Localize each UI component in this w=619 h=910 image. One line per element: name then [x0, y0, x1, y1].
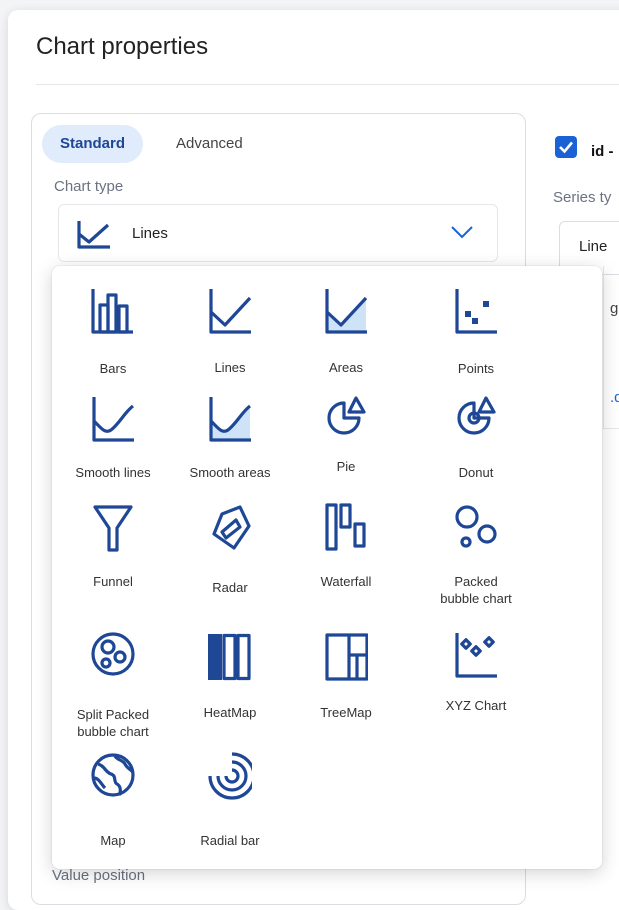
radar-icon	[212, 505, 251, 550]
chart-type-label: HeatMap	[203, 705, 257, 720]
right-panel-border	[603, 266, 604, 428]
chart-type-selected-value: Lines	[132, 225, 168, 242]
xyz-chart-icon	[455, 633, 497, 678]
title-divider	[36, 84, 619, 85]
chart-type-label: Split Packed bubble chart	[76, 707, 150, 739]
right-panel-link-fragment[interactable]: .dc	[610, 389, 619, 406]
dialog-title: Chart properties	[36, 33, 209, 60]
checkmark-icon	[559, 141, 573, 154]
chart-type-label: Pie	[336, 459, 356, 474]
areas-icon	[325, 289, 368, 334]
lines-icon	[209, 289, 252, 334]
series-type-value: Line	[579, 238, 608, 255]
chart-type-label: Map	[100, 833, 126, 848]
smooth-areas-icon	[209, 397, 252, 442]
chart-type-label: Donut	[458, 465, 494, 480]
lines-icon	[77, 221, 110, 249]
funnel-icon	[93, 505, 133, 552]
chevron-down-icon	[451, 226, 473, 239]
series-type-label: Series ty	[553, 189, 612, 206]
chart-type-label: Smooth areas	[189, 465, 271, 480]
packed-bubble-icon	[455, 505, 497, 548]
chart-type-label: Areas	[329, 360, 363, 375]
smooth-lines-icon	[92, 397, 135, 442]
value-position-label: Value position	[52, 867, 146, 884]
chart-type-label: Lines	[214, 360, 246, 375]
chart-type-label: Bars	[99, 361, 127, 376]
right-panel-border-bottom	[603, 428, 619, 429]
chart-type-label: TreeMap	[320, 705, 372, 720]
right-panel-text-fragment: ge	[610, 300, 619, 317]
split-packed-bubble-icon	[91, 632, 135, 676]
donut-icon	[457, 396, 496, 435]
chart-type-select[interactable]: Lines	[58, 204, 498, 262]
waterfall-icon	[325, 503, 366, 551]
radial-bar-icon	[208, 752, 252, 800]
chart-type-dropdown: Bars Lines Areas Points Smooth lines Smo…	[52, 266, 602, 869]
chart-type-label: Waterfall	[320, 574, 372, 589]
bars-icon	[91, 289, 133, 334]
chart-type-label: Funnel	[93, 574, 133, 589]
tab-standard[interactable]: Standard	[42, 125, 144, 163]
chart-type-label: Radar	[212, 580, 248, 595]
series-checkbox[interactable]	[555, 136, 577, 158]
treemap-icon	[325, 633, 368, 681]
chart-type-label: XYZ Chart	[445, 698, 507, 713]
tab-advanced[interactable]: Advanced	[158, 125, 261, 163]
pie-icon	[327, 396, 366, 435]
points-icon	[455, 289, 497, 334]
chart-type-label: Packed bubble chart	[440, 574, 512, 606]
chart-type-label: Radial bar	[200, 833, 260, 848]
chart-type-label: Chart type	[54, 178, 124, 195]
chart-type-label: Smooth lines	[75, 465, 151, 480]
series-checkbox-label: id -	[591, 143, 614, 160]
heatmap-icon	[208, 633, 251, 681]
map-icon	[91, 753, 135, 797]
chart-type-label: Points	[457, 361, 495, 376]
